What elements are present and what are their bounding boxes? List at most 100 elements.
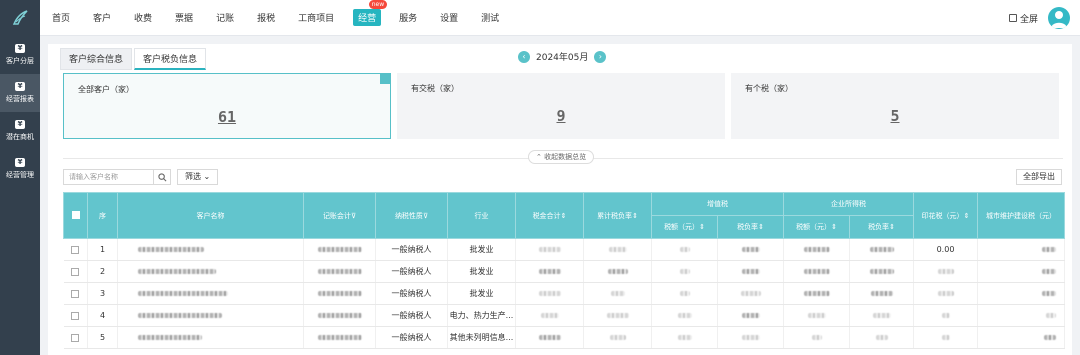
nav-operations[interactable]: 经营 new [353,0,388,26]
sidebar-item-operations-management[interactable]: ¥ 经营管理 [0,150,40,188]
nav-customers[interactable]: 客户 [93,11,111,24]
card-label: 有交税（家） [411,84,459,93]
chevron-left-icon[interactable]: ‹ [518,50,530,63]
header-cit-rate[interactable]: 税负率⇕ [849,215,914,239]
nav-business-projects[interactable]: 工商项目 [298,11,334,24]
fullscreen-button[interactable]: 全屏 [1008,12,1038,25]
customer-name-redacted[interactable] [117,260,304,283]
taxpayer-type: 一般纳税人 [375,282,448,305]
vat-amount-redacted [651,260,718,283]
nav-settings[interactable]: 设置 [440,11,458,24]
collapse-overview-button[interactable]: ⌃ 收起数据总览 [528,150,595,164]
header-stamp-tax[interactable]: 印花税（元）⇕ [913,192,978,239]
table-row[interactable]: 1 一般纳税人 批发业 0.00 [63,238,1065,261]
header-industry: 行业 [447,192,516,239]
tax-total-redacted [515,282,584,305]
cit-amount-redacted [783,238,850,261]
filter-dropdown[interactable]: 筛选 ⌄ [177,169,219,185]
sidebar-item-potential-leads[interactable]: ¥ 潜在商机 [0,112,40,150]
card-value[interactable]: 61 [64,108,390,126]
customer-name-redacted[interactable] [117,282,304,305]
nav-billing[interactable]: 收费 [134,11,152,24]
cit-amount-redacted [783,282,850,305]
header-customer-name: 客户名称 [117,192,304,239]
row-select[interactable] [63,238,88,261]
header-taxpayer-type[interactable]: 纳税性质⊽ [375,192,448,239]
header-vat-rate[interactable]: 税负率⇕ [717,215,784,239]
customer-name-redacted[interactable] [117,304,304,327]
row-select[interactable] [63,282,88,305]
sidebar-item-operations-report[interactable]: ¥ 经营报表 [0,74,40,112]
tax-total-redacted [515,260,584,283]
bookkeeper-redacted [303,238,376,261]
search-input[interactable]: 请输入客户名称 [64,170,153,184]
tax-total-redacted [515,238,584,261]
row-checkbox[interactable] [71,311,80,320]
table-row[interactable]: 4 一般纳税人 电力、热力生产... [63,304,1065,327]
yen-icon: ¥ [15,158,25,167]
logo[interactable] [0,0,40,36]
report-panel: 客户综合信息 客户税负信息 ‹ 2024年05月 › 全部客户（家） 61 有交… [48,44,1072,355]
header-cit-amount[interactable]: 税额（元）⇕ [783,215,850,239]
header-tax-total[interactable]: 税金合计⇕ [515,192,584,239]
nav-services[interactable]: 服务 [399,11,417,24]
header-bookkeeper[interactable]: 记账会计⊽ [303,192,376,239]
select-all-header[interactable] [63,192,88,239]
tab-customer-overview[interactable]: 客户综合信息 [60,48,133,70]
taxpayer-type: 一般纳税人 [375,304,448,327]
sidebar-item-customer-tiers[interactable]: ¥ 客户分层 [0,36,40,74]
top-right-tools: 全屏 [1008,0,1070,36]
card-all-customers[interactable]: 全部客户（家） 61 [63,73,391,139]
card-label: 有个税（家） [745,84,793,93]
sort-icon[interactable]: ⇕ [758,223,764,231]
row-checkbox[interactable] [71,245,80,254]
sort-icon[interactable]: ⇕ [699,223,705,231]
filter-icon[interactable]: ⊽ [351,212,356,220]
nav-tax-filing[interactable]: 报税 [257,11,275,24]
filter-icon[interactable]: ⊽ [423,212,428,220]
row-select[interactable] [63,260,88,283]
header-cumulative-burden[interactable]: 累计税负率⇕ [583,192,652,239]
nav-home[interactable]: 首页 [52,11,70,24]
taxpayer-type: 一般纳税人 [375,326,448,349]
sort-icon[interactable]: ⇕ [831,223,837,231]
customer-name-redacted[interactable] [117,238,304,261]
search-button[interactable] [153,170,170,184]
table-row[interactable]: 3 一般纳税人 批发业 [63,282,1065,305]
bookkeeper-redacted [303,260,376,283]
table-row[interactable]: 2 一般纳税人 批发业 [63,260,1065,283]
header-vat-amount[interactable]: 税额（元）⇕ [651,215,718,239]
month-picker: ‹ 2024年05月 › [518,50,607,63]
header-group-vat: 增值税 [651,192,784,216]
row-checkbox[interactable] [71,289,80,298]
tax-burden-table: 序 客户名称 记账会计⊽ 纳税性质⊽ 行业 税金合计⇕ 累计税负率⇕ 增值税 企… [63,192,1065,349]
card-value[interactable]: 9 [397,107,725,125]
month-label[interactable]: 2024年05月 [536,50,588,63]
sort-icon[interactable]: ⇕ [889,223,895,231]
row-select[interactable] [63,304,88,327]
row-checkbox[interactable] [71,333,80,342]
vat-rate-redacted [717,304,784,327]
row-checkbox[interactable] [71,267,80,276]
card-tax-paying[interactable]: 有交税（家） 9 [397,73,725,139]
filter-label: 筛选 [185,172,201,181]
select-all-checkbox[interactable] [71,210,80,219]
avatar[interactable] [1048,7,1070,29]
table-row[interactable]: 5 一般纳税人 其他未列明信息... [63,326,1065,349]
chevron-right-icon[interactable]: › [594,50,607,63]
tab-customer-tax-burden[interactable]: 客户税负信息 [134,48,207,70]
table-body: 1 一般纳税人 批发业 0.00 2 一般纳税人 批发业 3 一般纳税人 批发业… [63,238,1065,349]
sort-icon[interactable]: ⇕ [632,212,638,220]
nav-invoices[interactable]: 票据 [175,11,193,24]
sort-icon[interactable]: ⇕ [964,212,970,220]
row-select[interactable] [63,326,88,349]
nav-bookkeeping[interactable]: 记账 [216,11,234,24]
card-value[interactable]: 5 [731,107,1059,125]
customer-name-redacted[interactable] [117,326,304,349]
leaf-logo-icon [12,9,28,25]
nav-test[interactable]: 测试 [481,11,499,24]
card-personal-tax[interactable]: 有个税（家） 5 [731,73,1059,139]
export-all-button[interactable]: 全部导出 [1016,169,1062,185]
sort-icon[interactable]: ⇕ [561,212,567,220]
cit-rate-redacted [849,282,914,305]
